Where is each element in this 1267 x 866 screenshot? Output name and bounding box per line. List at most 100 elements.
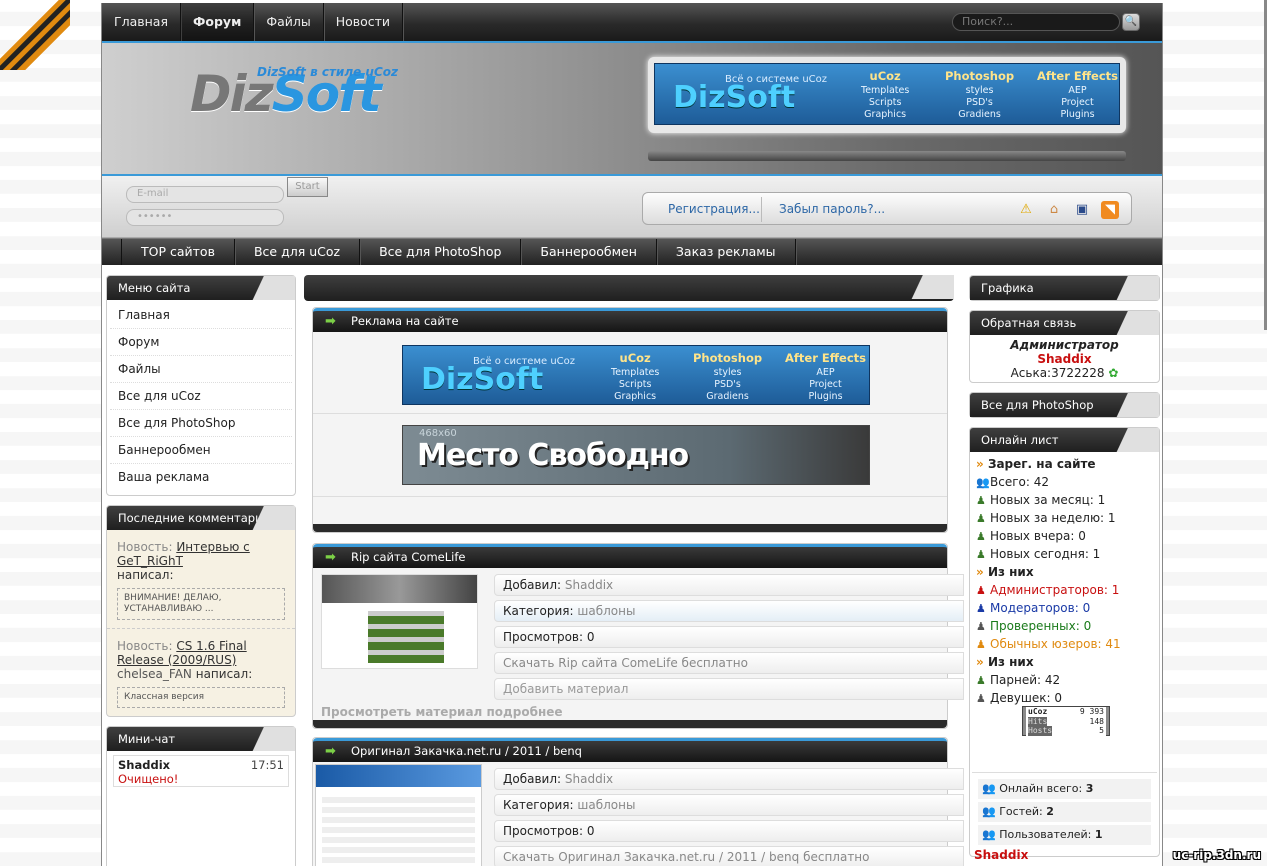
feedback-box: Обратная связь Администратор Shaddix Ась… [969, 310, 1160, 383]
save-icon[interactable]: ▣ [1073, 201, 1091, 219]
ucoz-counter[interactable]: uCoz 9 393 Hits 148 Hosts 5 [1022, 706, 1110, 736]
forgot-password-link[interactable]: Забыл пароль?... [779, 202, 885, 216]
page-wrapper: Главная Форум Файлы Новости Поиск?... 🔍 … [101, 3, 1163, 866]
post-author[interactable]: Shaddix [565, 772, 613, 786]
menu-item-photoshop[interactable]: Все для PhotoShop [110, 410, 292, 437]
online-box: Онлайн лист Зарег. на сайте 👥Всего: 42 ♟… [969, 427, 1160, 862]
admin-name[interactable]: Shaddix [970, 352, 1159, 366]
menu2-photoshop[interactable]: Все для PhotoShop [360, 239, 522, 265]
menu-item-home[interactable]: Главная [110, 302, 292, 329]
start-button[interactable]: Start [287, 177, 328, 197]
chat-user[interactable]: Shaddix [118, 758, 170, 772]
counter-value: 9 393 [1079, 707, 1104, 716]
stat-month: Новых за месяц: 1 [990, 493, 1106, 507]
user-icon: ♟ [976, 494, 986, 507]
nav-news[interactable]: Новости [324, 3, 404, 41]
online-guests: 👥 Гостей: 2 [978, 802, 1151, 822]
stat-regular[interactable]: Обычных юзеров: 41 [990, 637, 1121, 651]
divider [313, 413, 947, 414]
menu-item-ads[interactable]: Ваша реклама [110, 464, 292, 491]
counter-hosts: 5 [1099, 726, 1104, 735]
site-menu-box: Меню сайта Главная Форум Файлы Все для u… [106, 275, 296, 496]
menu2-order-ads[interactable]: Заказ рекламы [657, 239, 796, 265]
comment-quote: Классная версия [117, 687, 285, 708]
admin-icon: ♟ [976, 584, 986, 597]
post-author-row: Добавил: Shaddix [494, 768, 964, 790]
post-thumbnail[interactable] [321, 574, 478, 669]
comment-quote: ВНИМАНИЕ! ДЕЛАЮ, УСТАНАВЛИВАЮ ... [117, 588, 285, 620]
post-category-row: Категория: шаблоны [494, 794, 964, 816]
of-them-heading-2: Из них [972, 653, 1157, 671]
banner-col-ae: After Effects AEP Project Plugins [785, 351, 867, 402]
home-icon[interactable]: ⌂ [1045, 201, 1063, 219]
photoshop-box: Все для PhotoShop [969, 392, 1160, 418]
photoshop-title[interactable]: Все для PhotoShop [970, 393, 1159, 417]
header-banner[interactable]: Всё о системе uCoz DizSoft uCoz Templates… [654, 63, 1120, 125]
post-footer [313, 720, 947, 728]
user-icon: ♟ [976, 530, 986, 543]
post-header: ➡ Rip сайта ComeLife [313, 544, 947, 568]
post-title[interactable]: Rip сайта ComeLife [351, 550, 465, 564]
search-button[interactable]: 🔍 [1122, 13, 1140, 31]
online-user-name[interactable]: Shaddix [972, 848, 1157, 862]
post-download-link[interactable]: Скачать Оригинал Закачка.net.ru / 2011 /… [494, 846, 964, 866]
admin-role: Администратор [1010, 338, 1119, 352]
register-link[interactable]: Регистрация... [668, 202, 760, 216]
email-field[interactable]: E-mail [126, 186, 284, 203]
arrow-icon: ➡ [325, 744, 336, 759]
ad-block-header: ➡ Реклама на сайте [313, 308, 947, 332]
post-item: ➡ Rip сайта ComeLife Добавил: Shaddix Кат… [312, 543, 964, 729]
counter-hits-label: Hits [1028, 716, 1048, 726]
password-field[interactable]: •••••• [126, 209, 284, 226]
comment-action: написал: [117, 568, 174, 582]
online-users: 👥 Пользователей: 1 [978, 825, 1151, 845]
site-header: DizSoft DizSoft в стиле uCoz Всё о систе… [102, 43, 1162, 176]
nav-forum[interactable]: Форум [181, 3, 255, 41]
menu-item-banners[interactable]: Баннерообмен [110, 437, 292, 464]
add-material-link[interactable]: Добавить материал [494, 678, 964, 700]
banner-logo: DizSoft [673, 80, 796, 115]
post-category[interactable]: шаблоны [577, 604, 635, 618]
comment-author[interactable]: chelsea_FAN [117, 667, 192, 681]
registered-heading: Зарег. на сайте [972, 455, 1157, 473]
comment-label: Новость: [117, 639, 173, 653]
divider [313, 496, 947, 497]
warning-icon[interactable]: ⚠ [1017, 201, 1035, 219]
nav-files[interactable]: Файлы [254, 3, 324, 41]
login-bar: E-mail •••••• Start Регистрация... Забыл… [102, 176, 1162, 238]
menu-item-ucoz[interactable]: Все для uCoz [110, 383, 292, 410]
stat-verified[interactable]: Проверенных: 0 [990, 619, 1091, 633]
of-them-heading: Из них [972, 563, 1157, 581]
free-banner-slot[interactable]: 468x60 Место Свободно [402, 425, 870, 485]
graphics-title[interactable]: Графика [970, 276, 1159, 300]
search-input[interactable]: Поиск?... [952, 13, 1120, 31]
post-category[interactable]: шаблоны [577, 798, 635, 812]
ribbon-decoration [0, 0, 70, 70]
stat-moderators[interactable]: Модераторов: 0 [990, 601, 1090, 615]
mini-chat-title: Мини-чат [107, 727, 295, 751]
post-author[interactable]: Shaddix [565, 578, 613, 592]
menu-item-files[interactable]: Файлы [110, 356, 292, 383]
ad-block-footer [313, 524, 947, 532]
female-icon: ♟ [976, 692, 986, 705]
menu-grip [102, 239, 122, 265]
right-column: Графика Обратная связь Администратор Sha… [969, 275, 1160, 866]
mini-chat-box: Мини-чат Shaddix 17:51 Очищено! [106, 726, 296, 866]
post-download-link[interactable]: Скачать Rip сайта ComeLife бесплатно [494, 652, 964, 674]
stat-male: Парней: 42 [990, 673, 1061, 687]
nav-home[interactable]: Главная [102, 3, 181, 41]
icq-icon: ✿ [1108, 366, 1119, 380]
graphics-box: Графика [969, 275, 1160, 301]
icq-number: Аська:3722228 [1010, 366, 1105, 380]
post-thumbnail[interactable] [315, 764, 482, 866]
post-title[interactable]: Оригинал Закачка.net.ru / 2011 / benq [351, 744, 582, 758]
menu2-top-sites[interactable]: TOP сайтов [122, 239, 235, 265]
post-more-link[interactable]: Просмотреть материал подробнее [321, 705, 563, 719]
menu-item-forum[interactable]: Форум [110, 329, 292, 356]
stat-admins[interactable]: Администраторов: 1 [990, 583, 1119, 597]
rss-icon[interactable]: ◥ [1101, 201, 1119, 219]
ad-banner[interactable]: Всё о системе uCoz DizSoft uCoz Templates… [402, 345, 870, 405]
site-tagline: DizSoft в стиле uCoz [257, 65, 399, 79]
menu2-ucoz[interactable]: Все для uCoz [235, 239, 361, 265]
menu2-banner-exchange[interactable]: Баннерообмен [521, 239, 657, 265]
